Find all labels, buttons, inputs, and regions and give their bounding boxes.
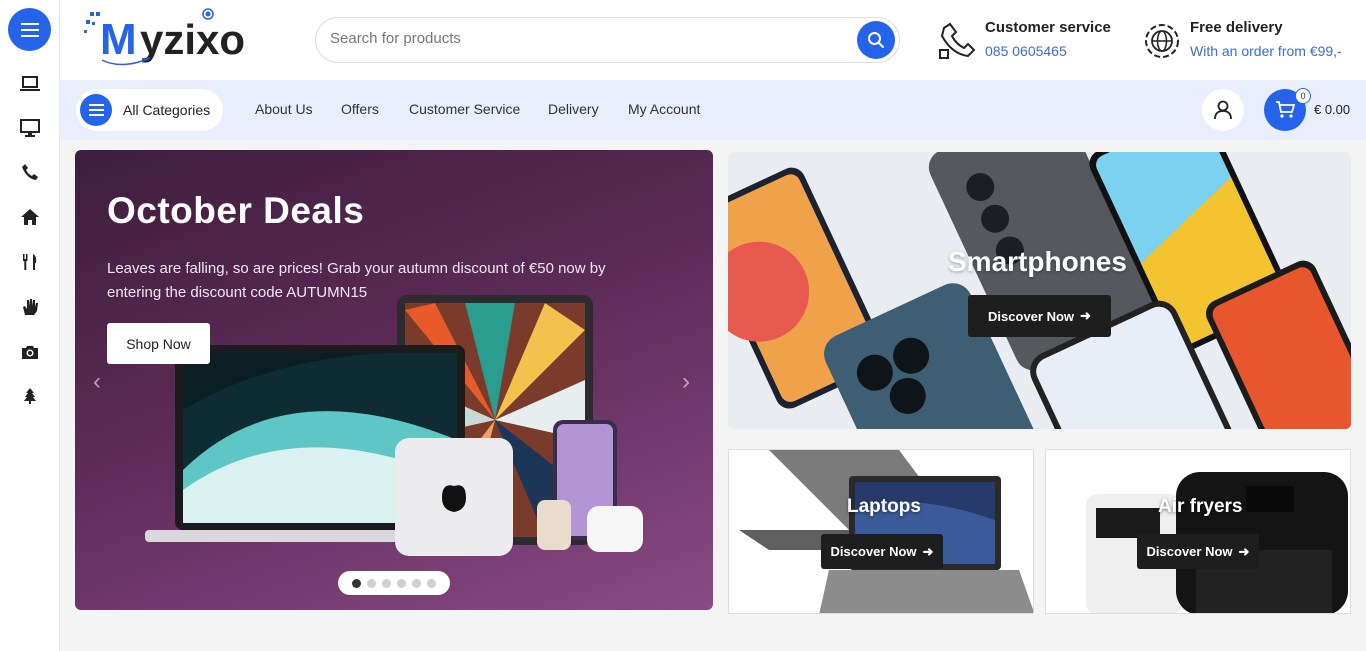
nav-link-about-us[interactable]: About Us xyxy=(255,101,313,117)
delivery-subtitle: With an order from €99,- xyxy=(1190,43,1342,59)
monitor-icon[interactable] xyxy=(18,116,42,140)
hero-slider: October Deals Leaves are falling, so are… xyxy=(75,150,713,610)
menu-button[interactable] xyxy=(8,8,51,51)
all-categories-label: All Categories xyxy=(123,102,211,118)
airfryers-discover-button[interactable]: Discover Now ➜ xyxy=(1137,534,1259,569)
nav-link-my-account[interactable]: My Account xyxy=(628,101,700,117)
search-bar xyxy=(315,17,900,63)
laptops-tile[interactable]: Laptops Discover Now ➜ xyxy=(728,449,1034,614)
smartphones-discover-button[interactable]: Discover Now ➜ xyxy=(968,295,1111,337)
delivery-title: Free delivery xyxy=(1190,19,1283,36)
hand-icon[interactable] xyxy=(18,295,42,319)
hero-products-image xyxy=(145,295,643,556)
laptops-title: Laptops xyxy=(847,496,921,517)
delivery-block: Free delivery With an order from €99,- xyxy=(1143,14,1365,66)
hero-text: Leaves are falling, so are prices! Grab … xyxy=(107,260,606,301)
slider-dot[interactable] xyxy=(352,578,361,588)
smartphones-image xyxy=(728,152,1351,429)
nav-link-customer-service[interactable]: Customer Service xyxy=(409,101,520,117)
shop-now-button[interactable]: Shop Now xyxy=(107,323,210,364)
smartphones-title: Smartphones xyxy=(948,246,1127,277)
cutlery-icon[interactable] xyxy=(18,250,42,274)
main-navigation: All Categories About Us Offers Customer … xyxy=(60,80,1366,140)
cart-icon xyxy=(1276,101,1295,118)
laptop-icon[interactable] xyxy=(18,72,42,96)
nav-link-offers[interactable]: Offers xyxy=(341,101,379,117)
account-button[interactable] xyxy=(1202,89,1244,131)
cart-count-badge: 0 xyxy=(1295,88,1311,104)
hamburger-icon xyxy=(20,22,39,37)
arrow-right-icon: ➜ xyxy=(1238,543,1250,559)
hero-title: October Deals xyxy=(107,190,365,231)
all-categories-button[interactable]: All Categories xyxy=(76,89,223,131)
home-icon[interactable] xyxy=(18,205,42,229)
tree-icon[interactable] xyxy=(18,384,42,408)
laptops-discover-label: Discover Now xyxy=(830,544,917,559)
nav-link-delivery[interactable]: Delivery xyxy=(548,101,599,117)
customer-service-block: Customer service 085 0605465 xyxy=(938,14,1118,66)
phone-icon[interactable] xyxy=(18,160,42,184)
slider-dot[interactable] xyxy=(382,578,391,588)
slider-next-arrow[interactable]: › xyxy=(682,368,690,396)
smartphones-discover-label: Discover Now xyxy=(988,308,1075,324)
category-sidebar xyxy=(0,0,60,651)
slider-dot[interactable] xyxy=(367,578,376,588)
slider-dot[interactable] xyxy=(427,578,436,588)
hamburger-icon xyxy=(80,94,112,126)
globe-icon xyxy=(1145,24,1179,58)
airfryers-tile[interactable]: Air fryers Discover Now ➜ xyxy=(1045,449,1351,614)
airfryers-title: Air fryers xyxy=(1158,496,1243,517)
laptops-discover-button[interactable]: Discover Now ➜ xyxy=(821,534,943,569)
smartphones-banner[interactable]: Smartphones Discover Now ➜ xyxy=(728,152,1351,429)
search-input[interactable] xyxy=(330,30,830,47)
laptops-image xyxy=(739,450,1033,613)
slider-pagination xyxy=(338,571,450,595)
slider-prev-arrow[interactable]: ‹ xyxy=(93,368,101,396)
arrow-right-icon: ➜ xyxy=(922,543,934,559)
brand-logo[interactable]: M yzixo xyxy=(82,8,272,72)
support-hand-icon xyxy=(939,22,976,59)
slider-dot[interactable] xyxy=(397,578,406,588)
svg-text:yzixo: yzixo xyxy=(140,16,245,63)
arrow-right-icon: ➜ xyxy=(1080,308,1091,323)
svg-text:M: M xyxy=(100,15,137,64)
user-icon xyxy=(1214,100,1232,120)
customer-service-title: Customer service xyxy=(985,19,1111,36)
cart-total[interactable]: € 0.00 xyxy=(1314,102,1350,117)
customer-service-phone[interactable]: 085 0605465 xyxy=(985,43,1067,59)
search-icon xyxy=(868,32,884,48)
search-button[interactable] xyxy=(857,21,895,59)
airfryers-discover-label: Discover Now xyxy=(1146,544,1233,559)
site-header: M yzixo Customer service 085 0605465 Fre… xyxy=(60,0,1366,80)
slider-dot[interactable] xyxy=(412,578,421,588)
airfryers-image xyxy=(1086,472,1348,613)
camera-icon[interactable] xyxy=(18,340,42,364)
